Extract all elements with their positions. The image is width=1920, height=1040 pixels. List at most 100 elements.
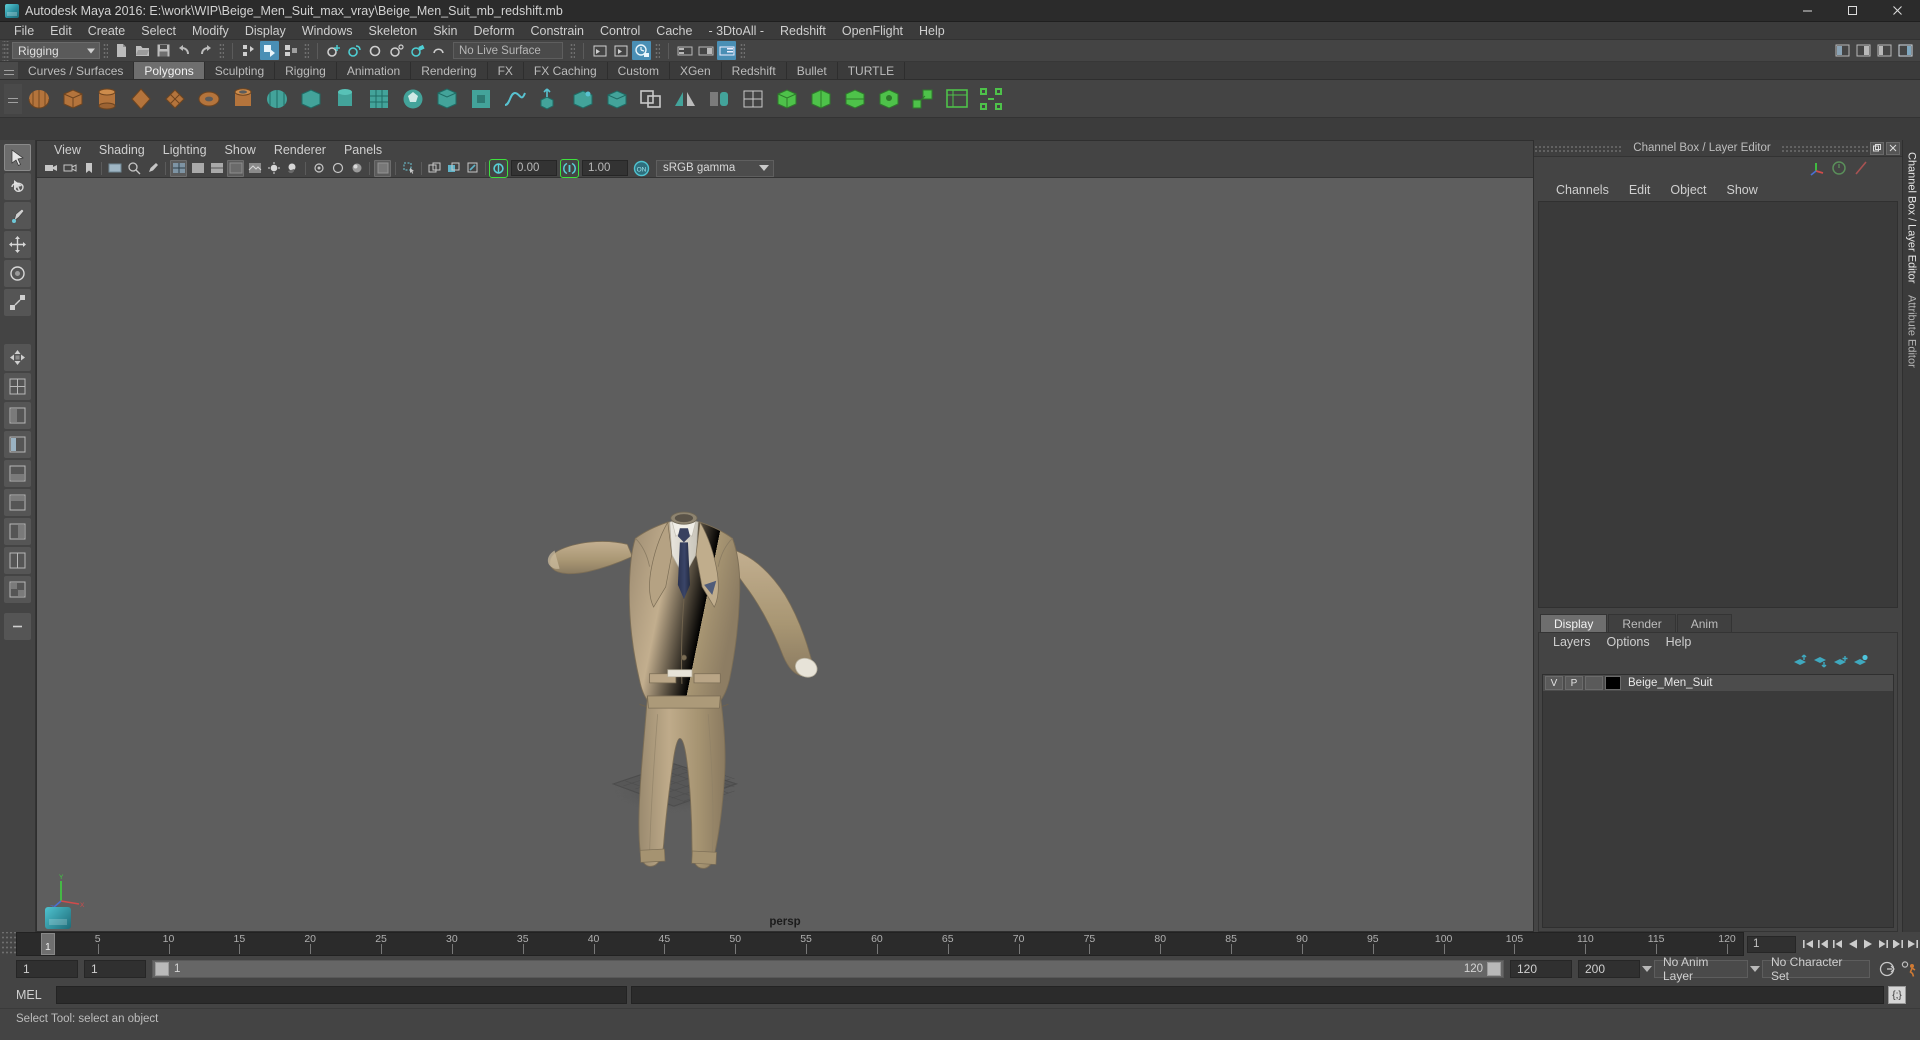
color-management-toggle-icon[interactable]: ON [632, 160, 651, 177]
channel-box-attribute-list[interactable] [1538, 201, 1898, 608]
exposure-reset-icon[interactable] [489, 158, 508, 178]
menu-3dtoall[interactable]: - 3DtoAll - [700, 22, 772, 40]
play-forwards-icon[interactable] [1860, 935, 1875, 953]
current-frame-field[interactable]: 1 [1747, 935, 1797, 953]
gamma-field[interactable]: 1.00 [582, 160, 628, 176]
isolate-select-remove-icon[interactable] [464, 160, 481, 177]
step-forward-frame-icon[interactable] [1875, 935, 1890, 953]
display-layer-list[interactable]: V P Beige_Men_Suit [1542, 674, 1894, 928]
menu-edit[interactable]: Edit [42, 22, 80, 40]
toolbar-grip-3[interactable] [219, 42, 224, 59]
open-render-view-icon[interactable] [590, 41, 609, 60]
shelf-tab-curves-surfaces[interactable]: Curves / Surfaces [18, 62, 135, 79]
step-back-key-icon[interactable] [1815, 935, 1830, 953]
poly-sphere-icon[interactable] [24, 84, 54, 114]
toolbar-grip-4[interactable] [304, 42, 309, 59]
channelbox-menu-object[interactable]: Object [1660, 181, 1716, 199]
snap-to-curve-icon[interactable] [345, 41, 364, 60]
current-time-indicator[interactable]: 1 [41, 933, 55, 955]
range-start-time-field[interactable]: 1 [84, 960, 146, 978]
reduce-icon[interactable] [738, 84, 768, 114]
panel-close-button[interactable] [1886, 141, 1901, 155]
script-editor-button[interactable]: {;} [1888, 986, 1906, 1004]
menu-create[interactable]: Create [80, 22, 134, 40]
save-scene-icon[interactable] [154, 41, 173, 60]
poly-pipe-icon[interactable] [228, 84, 258, 114]
poly-soccer-ball-icon[interactable] [398, 84, 428, 114]
viewport-3d-canvas[interactable]: persp Y X Z [37, 178, 1533, 931]
paint-select-tool-icon[interactable] [4, 202, 31, 229]
menu-help[interactable]: Help [911, 22, 953, 40]
lasso-tool-icon[interactable] [4, 173, 31, 200]
shelf-tab-rendering[interactable]: Rendering [411, 62, 488, 79]
curve-tool-icon[interactable] [500, 84, 530, 114]
quick-layout-persp-outliner-2-icon[interactable] [4, 518, 31, 545]
panel-undock-button[interactable] [1870, 141, 1885, 155]
select-tool-icon[interactable] [4, 144, 31, 171]
menu-file[interactable]: File [6, 22, 42, 40]
uv-editor-icon[interactable] [942, 84, 972, 114]
menu-openflight[interactable]: OpenFlight [834, 22, 911, 40]
menu-skeleton[interactable]: Skeleton [361, 22, 426, 40]
poly-green-cube-3-icon[interactable] [840, 84, 870, 114]
layer-tab-anim[interactable]: Anim [1676, 614, 1733, 632]
menu-display[interactable]: Display [237, 22, 294, 40]
shelf-tab-rigging[interactable]: Rigging [275, 62, 337, 79]
quick-layout-persp-hypershade-icon[interactable] [4, 489, 31, 516]
channelbox-menu-channels[interactable]: Channels [1546, 181, 1619, 199]
minimize-button[interactable] [1785, 0, 1830, 22]
auto-keyframe-toggle-icon[interactable] [1876, 959, 1898, 979]
shelf-tab-custom[interactable]: Custom [607, 62, 670, 79]
ipr-render-icon[interactable] [632, 41, 651, 60]
new-scene-icon[interactable] [112, 41, 131, 60]
shelf-tab-animation[interactable]: Animation [336, 62, 412, 79]
menu-select[interactable]: Select [133, 22, 184, 40]
vtab-channel-box-layer-editor[interactable]: Channel Box / Layer Editor [1905, 146, 1919, 289]
tool-settings-toggle-icon[interactable] [1875, 41, 1894, 60]
command-response-field[interactable] [630, 986, 1884, 1004]
layer-menu-layers[interactable]: Layers [1545, 633, 1599, 651]
viewport-menu-show[interactable]: Show [216, 141, 265, 159]
shelf-tab-xgen[interactable]: XGen [669, 62, 722, 79]
vtab-attribute-editor[interactable]: Attribute Editor [1905, 289, 1919, 374]
layer-menu-options[interactable]: Options [1599, 633, 1658, 651]
isolate-select-icon[interactable] [426, 160, 443, 177]
animation-end-time-field[interactable]: 200 [1578, 960, 1640, 978]
shelf-tab-polygons[interactable]: Polygons [134, 62, 205, 79]
subdiv-grid-icon[interactable] [364, 84, 394, 114]
shelf-menu-icon[interactable] [0, 62, 18, 79]
extrude-icon[interactable] [534, 84, 564, 114]
quick-layout-persp-outliner-icon[interactable] [4, 431, 31, 458]
menu-deform[interactable]: Deform [466, 22, 523, 40]
toolbar-grip-5[interactable] [570, 42, 575, 59]
poly-cone-icon[interactable] [126, 84, 156, 114]
poly-green-cube-4-icon[interactable] [874, 84, 904, 114]
wireframe-shading-icon[interactable] [170, 159, 187, 177]
poly-green-cube-2-icon[interactable] [806, 84, 836, 114]
texture-display-icon[interactable] [246, 160, 263, 177]
close-button[interactable] [1875, 0, 1920, 22]
viewport-menu-view[interactable]: View [45, 141, 90, 159]
poly-plane-icon[interactable] [160, 84, 190, 114]
select-camera-icon[interactable] [42, 160, 59, 177]
range-slider-left-handle[interactable] [155, 962, 169, 976]
boolean-icon[interactable] [636, 84, 666, 114]
toolbar-grip-7[interactable] [740, 42, 745, 59]
quick-layout-four-view-icon[interactable] [4, 373, 31, 400]
move-layer-up-icon[interactable] [1792, 653, 1810, 669]
combine-icon[interactable] [602, 84, 632, 114]
quick-layout-custom-icon[interactable] [4, 576, 31, 603]
layer-tab-render[interactable]: Render [1608, 614, 1676, 632]
table-row[interactable]: V P Beige_Men_Suit [1543, 675, 1893, 691]
shelf-tab-sculpting[interactable]: Sculpting [204, 62, 276, 79]
manipulator-axes-icon[interactable] [1807, 158, 1827, 178]
live-surface-field[interactable]: No Live Surface [453, 42, 563, 59]
use-default-material-icon[interactable] [227, 159, 244, 177]
poly-prism-icon[interactable] [432, 84, 462, 114]
channel-box-toggle-icon[interactable] [1896, 41, 1915, 60]
step-back-frame-icon[interactable] [1830, 935, 1845, 953]
anim-layer-selector[interactable]: No Anim Layer [1654, 955, 1748, 983]
toolbar-grip-handle[interactable] [2, 40, 9, 61]
poly-green-cube-icon[interactable] [772, 84, 802, 114]
ambient-occlusion-icon[interactable] [348, 160, 365, 177]
